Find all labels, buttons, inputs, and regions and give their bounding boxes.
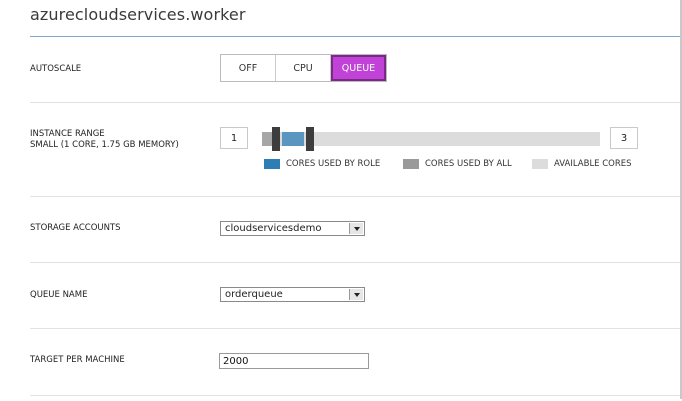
section-divider [30,395,680,396]
autoscale-off-button[interactable]: OFF [221,55,276,81]
section-divider [30,196,680,197]
instance-range-label: INSTANCE RANGE [30,129,105,139]
section-divider [30,262,680,263]
autoscale-queue-button[interactable]: QUEUE [331,55,386,81]
legend-role-label: CORES USED BY ROLE [286,159,381,169]
chevron-down-icon[interactable] [349,289,363,300]
storage-accounts-value: cloudservicesdemo [225,223,322,234]
legend-available-label: AVAILABLE CORES [554,159,632,169]
page-title: azurecloudservices.worker [30,5,246,24]
cores-used-by-all-bar [262,132,272,146]
instance-size-label: SMALL (1 CORE, 1.75 GB MEMORY) [30,140,179,150]
range-max-handle[interactable] [306,127,314,151]
legend-role-swatch [264,159,280,169]
queue-name-value: orderqueue [225,289,283,300]
legend-available: AVAILABLE CORES [532,158,632,170]
queue-name-dropdown[interactable]: orderqueue [220,287,365,302]
autoscale-label: AUTOSCALE [30,64,82,74]
title-divider [30,36,680,37]
section-divider [30,328,680,329]
legend-all-label: CORES USED BY ALL [425,159,512,169]
storage-accounts-label: STORAGE ACCOUNTS [30,223,121,233]
section-divider [30,102,680,103]
storage-accounts-dropdown[interactable]: cloudservicesdemo [220,221,365,236]
chevron-down-icon[interactable] [349,223,363,234]
legend-role: CORES USED BY ROLE [264,158,380,170]
cores-used-by-role-bar [282,132,304,146]
autoscale-toggle-group: OFF CPU QUEUE [220,54,387,82]
target-per-machine-label: TARGET PER MACHINE [30,355,125,365]
range-min-handle[interactable] [272,127,280,151]
legend-available-swatch [532,159,548,169]
legend-all: CORES USED BY ALL [403,158,512,170]
target-per-machine-input[interactable] [219,353,369,369]
legend-all-swatch [403,159,419,169]
queue-name-label: QUEUE NAME [30,290,88,300]
instance-min-field[interactable]: 1 [220,127,248,149]
instance-max-field[interactable]: 3 [610,127,638,149]
autoscale-cpu-button[interactable]: CPU [276,55,331,81]
